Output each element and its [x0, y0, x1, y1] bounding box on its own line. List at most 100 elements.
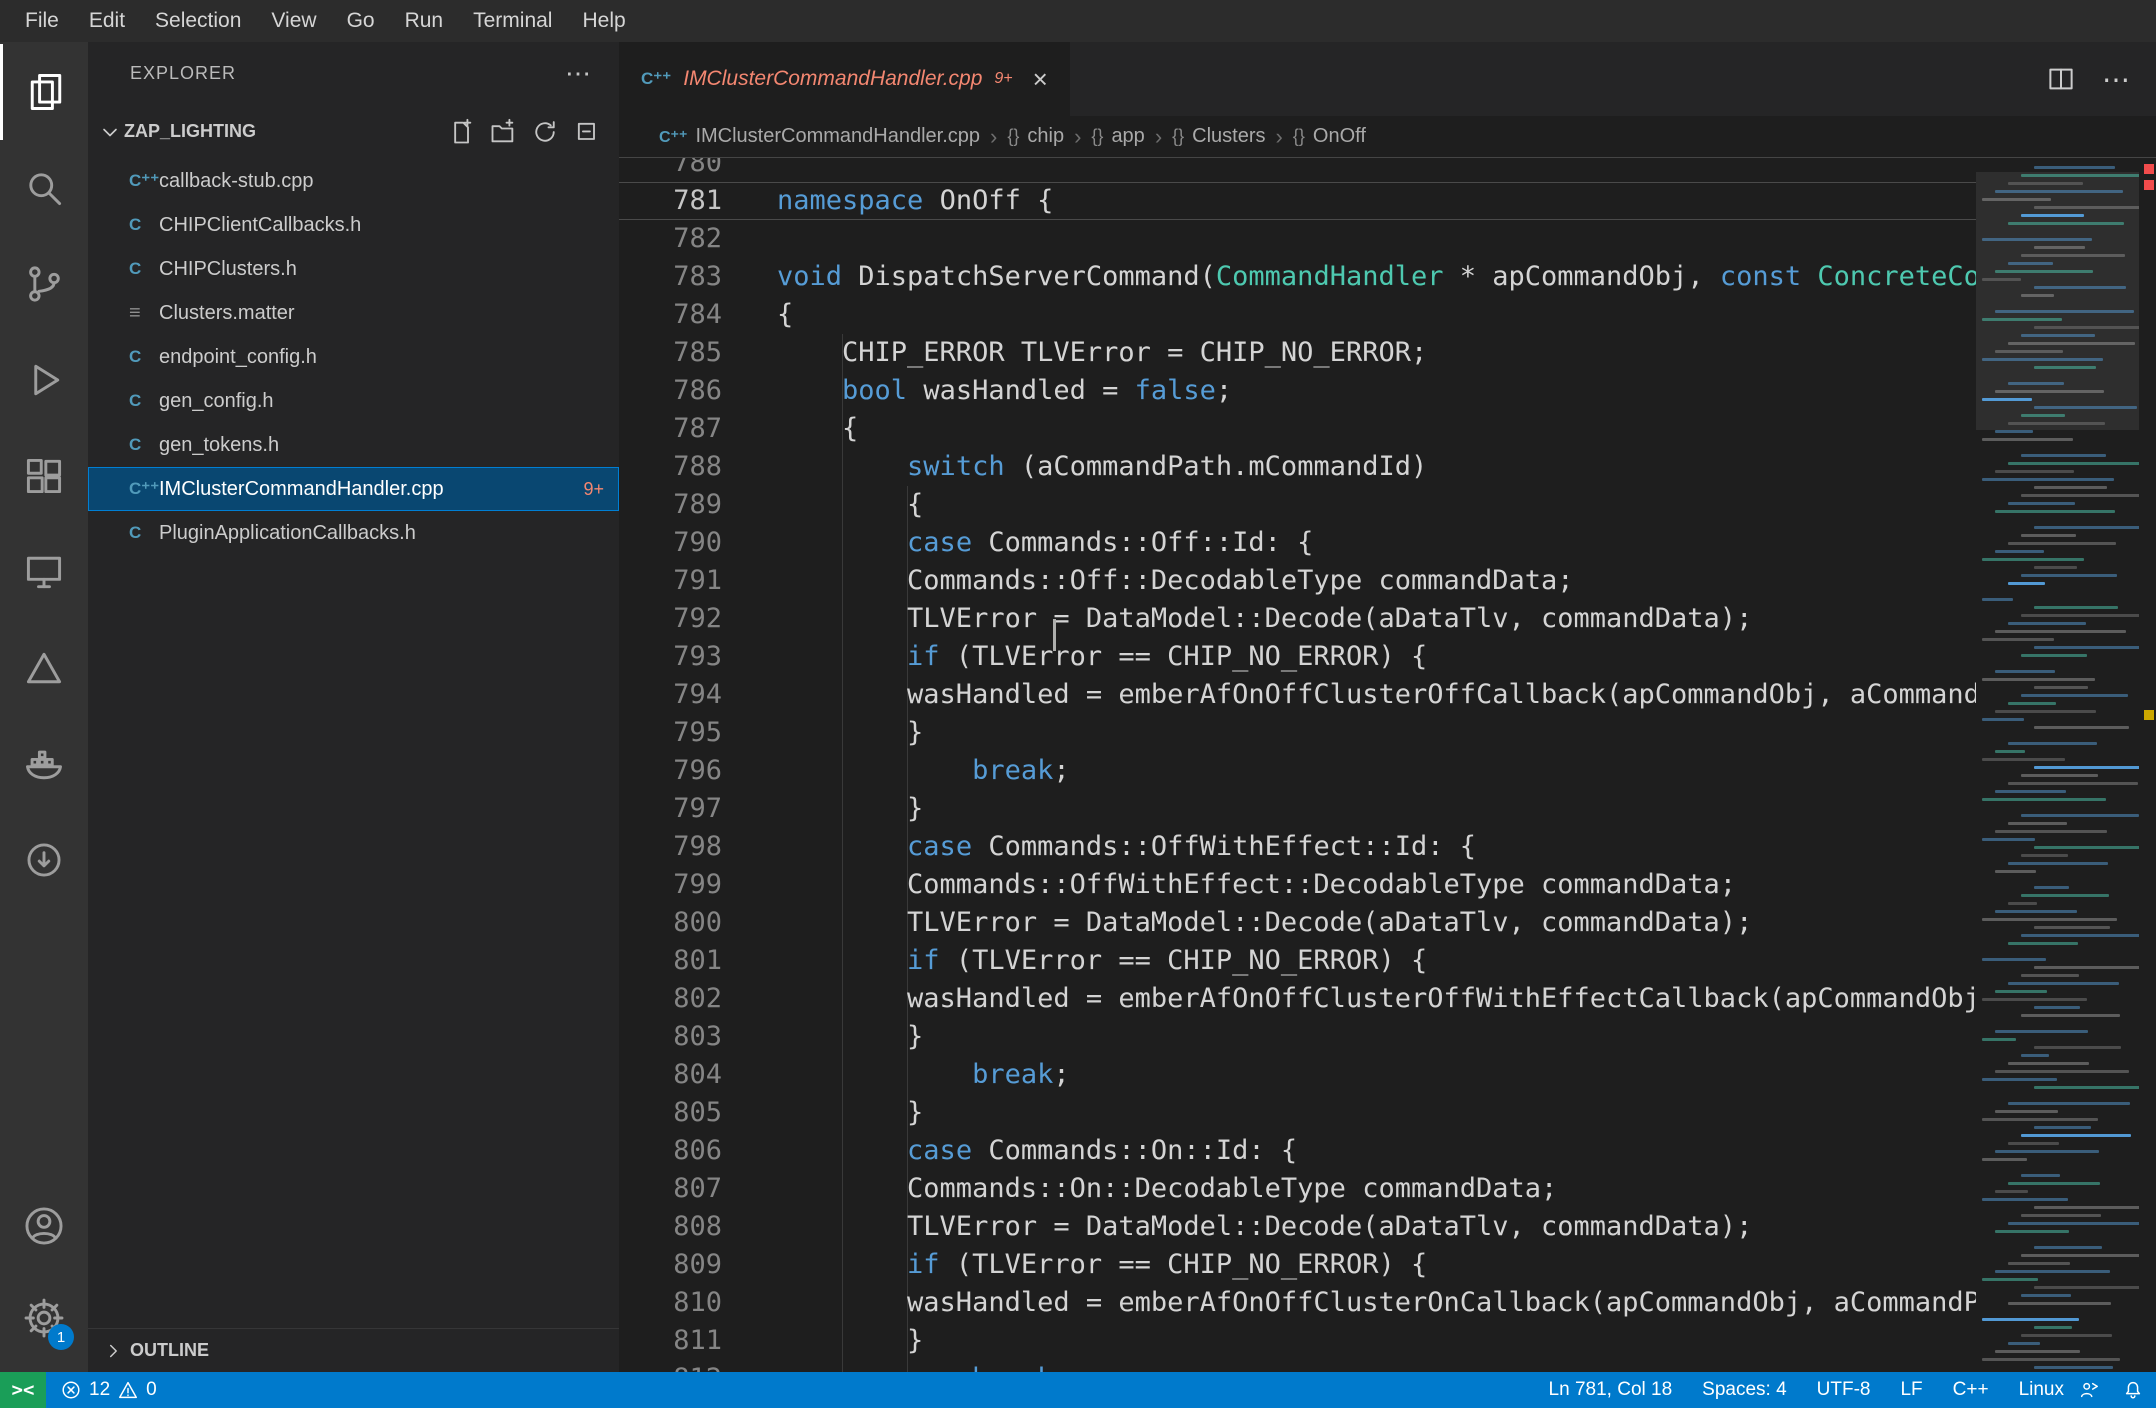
code-line[interactable]: 792 TLVError = DataModel::Decode(aDataTl… — [619, 600, 1976, 638]
code-line[interactable]: 782 — [619, 220, 1976, 258]
settings-gear-icon[interactable]: 1 — [0, 1272, 88, 1364]
line-number[interactable]: 812 — [619, 1360, 777, 1372]
file-row[interactable]: Cgen_config.h — [88, 379, 619, 423]
close-icon[interactable]: × — [1033, 64, 1048, 95]
menu-item-go[interactable]: Go — [332, 0, 390, 42]
code-line[interactable]: 780 — [619, 158, 1976, 182]
status-cursor-position[interactable]: Ln 781, Col 18 — [1549, 1379, 1673, 1401]
code-editor[interactable]: 780 781 namespace OnOff {782 783 void Dispat… — [619, 158, 1976, 1372]
code-line[interactable]: 795 } — [619, 714, 1976, 752]
line-number[interactable]: 788 — [619, 448, 777, 486]
breadcrumb-item[interactable]: {} OnOff — [1293, 125, 1366, 148]
folder-section-header[interactable]: ZAP_LIGHTING — [88, 104, 619, 159]
code-line[interactable]: 785 CHIP_ERROR TLVError = CHIP_NO_ERROR; — [619, 334, 1976, 372]
status-eol[interactable]: LF — [1900, 1379, 1922, 1401]
remote-tunnel-icon[interactable] — [0, 812, 88, 908]
line-number[interactable]: 802 — [619, 980, 777, 1018]
remote-explorer-icon[interactable] — [0, 524, 88, 620]
new-folder-icon[interactable] — [489, 118, 517, 146]
code-line[interactable]: 786 bool wasHandled = false; — [619, 372, 1976, 410]
line-number[interactable]: 795 — [619, 714, 777, 752]
code-line[interactable]: 800 TLVError = DataModel::Decode(aDataTl… — [619, 904, 1976, 942]
outline-section-header[interactable]: OUTLINE — [88, 1328, 619, 1372]
code-line[interactable]: 788 switch (aCommandPath.mCommandId) — [619, 448, 1976, 486]
code-line[interactable]: 809 if (TLVError == CHIP_NO_ERROR) { — [619, 1246, 1976, 1284]
sidebar-more-actions-icon[interactable]: ⋯ — [565, 58, 591, 89]
code-line[interactable]: 810 wasHandled = emberAfOnOffClusterOnCa… — [619, 1284, 1976, 1322]
line-number[interactable]: 789 — [619, 486, 777, 524]
editor-more-actions-icon[interactable]: ⋯ — [2102, 63, 2130, 96]
breadcrumb-item[interactable]: {} Clusters — [1172, 125, 1265, 148]
line-number[interactable]: 787 — [619, 410, 777, 448]
menu-item-help[interactable]: Help — [567, 0, 640, 42]
code-line[interactable]: 799 Commands::OffWithEffect::DecodableTy… — [619, 866, 1976, 904]
line-number[interactable]: 780 — [619, 158, 777, 182]
code-line[interactable]: 787 { — [619, 410, 1976, 448]
line-number[interactable]: 796 — [619, 752, 777, 790]
code-line[interactable]: 802 wasHandled = emberAfOnOffClusterOffW… — [619, 980, 1976, 1018]
line-number[interactable]: 799 — [619, 866, 777, 904]
file-row[interactable]: C CHIPClusters.h — [88, 247, 619, 291]
code-line[interactable]: 781 namespace OnOff { — [619, 182, 1976, 220]
code-line[interactable]: 805 } — [619, 1094, 1976, 1132]
line-number[interactable]: 782 — [619, 220, 777, 258]
overview-ruler[interactable] — [2139, 158, 2156, 1372]
line-number[interactable]: 807 — [619, 1170, 777, 1208]
refresh-icon[interactable] — [531, 118, 559, 146]
code-line[interactable]: 806 case Commands::On::Id: { — [619, 1132, 1976, 1170]
menu-item-file[interactable]: File — [10, 0, 74, 42]
code-line[interactable]: 808 TLVError = DataModel::Decode(aDataTl… — [619, 1208, 1976, 1246]
line-number[interactable]: 803 — [619, 1018, 777, 1056]
file-row[interactable]: Cendpoint_config.h — [88, 335, 619, 379]
collapse-all-icon[interactable] — [573, 118, 601, 146]
breadcrumb-item[interactable]: C⁺⁺ IMClusterCommandHandler.cpp — [659, 125, 980, 148]
split-editor-icon[interactable] — [2046, 64, 2076, 94]
extensions-icon[interactable] — [0, 428, 88, 524]
code-line[interactable]: 797 } — [619, 790, 1976, 828]
menu-item-edit[interactable]: Edit — [74, 0, 140, 42]
code-line[interactable]: 804 break; — [619, 1056, 1976, 1094]
account-icon[interactable] — [0, 1180, 88, 1272]
run-and-debug-icon[interactable] — [0, 332, 88, 428]
notifications-bell-icon[interactable] — [2122, 1379, 2144, 1401]
line-number[interactable]: 792 — [619, 600, 777, 638]
code-line[interactable]: 784{ — [619, 296, 1976, 334]
breadcrumb-item[interactable]: {} chip — [1007, 125, 1064, 148]
code-line[interactable]: 803 } — [619, 1018, 1976, 1056]
breadcrumb-item[interactable]: {} app — [1091, 125, 1144, 148]
code-line[interactable]: 801 if (TLVError == CHIP_NO_ERROR) { — [619, 942, 1976, 980]
line-number[interactable]: 785 — [619, 334, 777, 372]
status-encoding[interactable]: UTF-8 — [1817, 1379, 1871, 1401]
code-line[interactable]: 789 { — [619, 486, 1976, 524]
feedback-icon[interactable] — [2078, 1379, 2100, 1401]
file-row[interactable]: C PluginApplicationCallbacks.h — [88, 511, 619, 555]
line-number[interactable]: 798 — [619, 828, 777, 866]
line-number[interactable]: 786 — [619, 372, 777, 410]
code-line[interactable]: 798 case Commands::OffWithEffect::Id: { — [619, 828, 1976, 866]
code-line[interactable]: 793 if (TLVError == CHIP_NO_ERROR) { — [619, 638, 1976, 676]
file-row[interactable]: C CHIPClientCallbacks.h — [88, 203, 619, 247]
code-line[interactable]: 811 } — [619, 1322, 1976, 1360]
menu-item-terminal[interactable]: Terminal — [458, 0, 567, 42]
line-number[interactable]: 804 — [619, 1056, 777, 1094]
line-number[interactable]: 800 — [619, 904, 777, 942]
problems-indicator[interactable]: 12 0 — [60, 1379, 157, 1401]
new-file-icon[interactable] — [447, 118, 475, 146]
line-number[interactable]: 783 — [619, 258, 777, 296]
line-number[interactable]: 810 — [619, 1284, 777, 1322]
menu-item-run[interactable]: Run — [390, 0, 459, 42]
code-line[interactable]: 790 case Commands::Off::Id: { — [619, 524, 1976, 562]
file-row[interactable]: Cgen_tokens.h — [88, 423, 619, 467]
line-number[interactable]: 790 — [619, 524, 777, 562]
menu-item-view[interactable]: View — [256, 0, 331, 42]
line-number[interactable]: 801 — [619, 942, 777, 980]
file-row[interactable]: C⁺⁺ IMClusterCommandHandler.cpp 9+ — [88, 467, 619, 511]
testing-icon[interactable] — [0, 620, 88, 716]
line-number[interactable]: 791 — [619, 562, 777, 600]
menu-item-selection[interactable]: Selection — [140, 0, 256, 42]
line-number[interactable]: 784 — [619, 296, 777, 334]
status-indentation[interactable]: Spaces: 4 — [1702, 1379, 1787, 1401]
source-control-icon[interactable] — [0, 236, 88, 332]
line-number[interactable]: 809 — [619, 1246, 777, 1284]
code-line[interactable]: 807 Commands::On::DecodableType commandD… — [619, 1170, 1976, 1208]
